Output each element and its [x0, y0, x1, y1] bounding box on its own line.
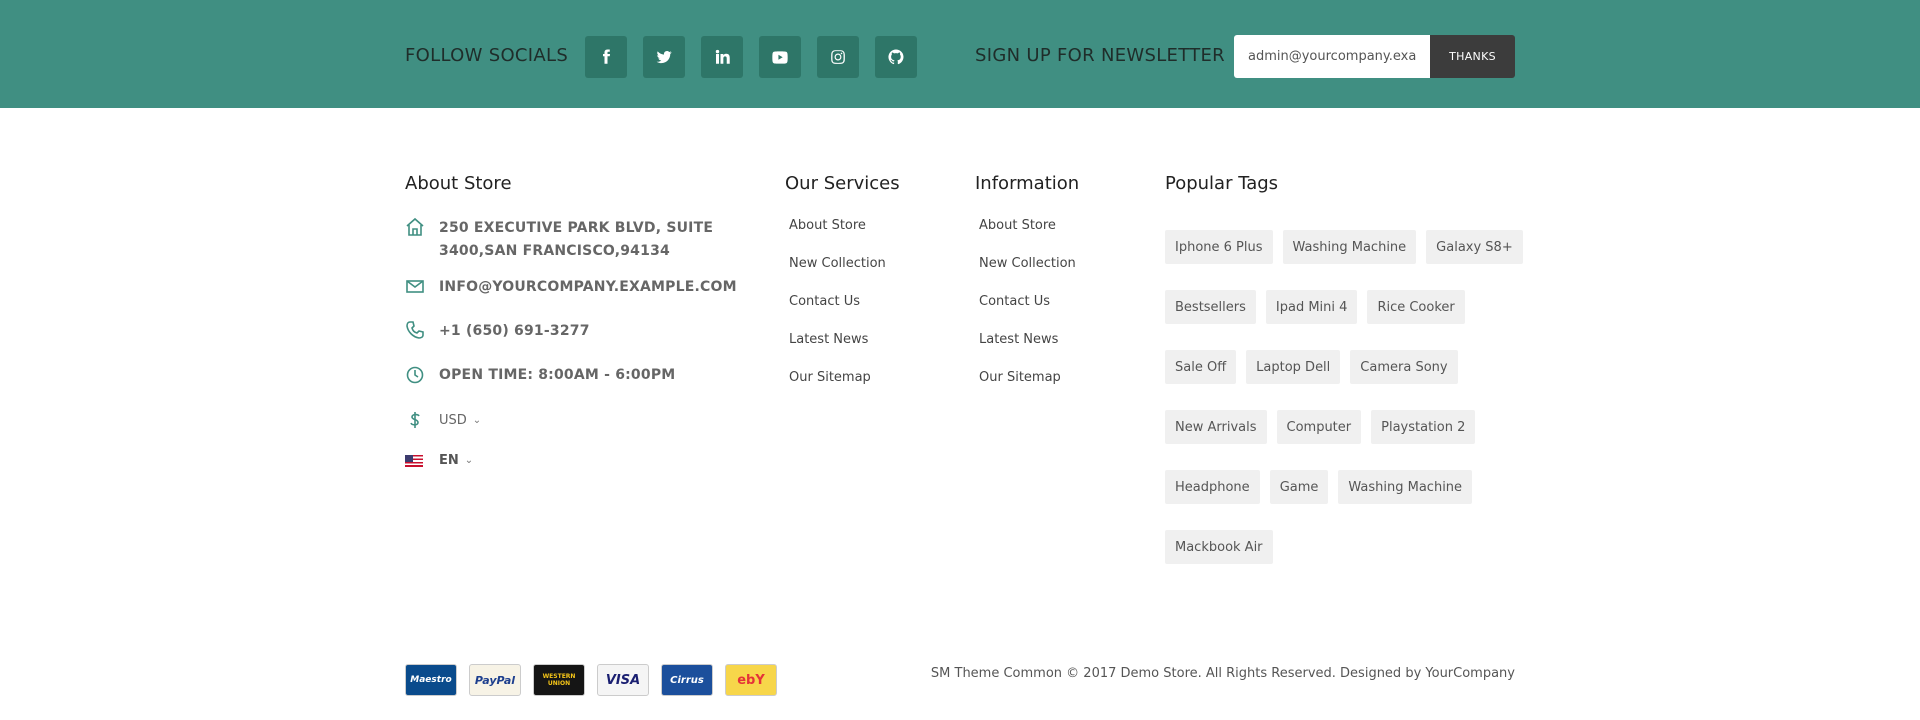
- tag-link[interactable]: Headphone: [1165, 470, 1260, 504]
- tag-link[interactable]: New Arrivals: [1165, 410, 1267, 444]
- follow-socials-title: FOLLOW SOCIALS: [405, 45, 569, 66]
- email-row: info@yourcompany.example.com: [405, 276, 737, 299]
- cirrus-logo: Cirrus: [661, 664, 713, 696]
- phone-row: +1 (650) 691-3277: [405, 320, 590, 343]
- tag-row: New Arrivals Computer Playstation 2: [1165, 410, 1525, 470]
- western-union-logo: WESTERN UNION: [533, 664, 585, 696]
- chevron-down-icon: ⌄: [464, 455, 474, 466]
- about-store-title: About Store: [405, 173, 512, 194]
- mail-icon: [405, 276, 425, 296]
- phone-icon: [405, 320, 425, 340]
- tag-row: Bestsellers Ipad Mini 4 Rice Cooker: [1165, 290, 1525, 350]
- info-link-sitemap[interactable]: Our Sitemap: [979, 368, 1076, 406]
- information-title: Information: [975, 173, 1080, 194]
- dollar-icon: [405, 410, 425, 430]
- instagram-button[interactable]: [817, 36, 859, 78]
- services-link-contact[interactable]: Contact Us: [789, 292, 886, 330]
- tag-link[interactable]: Galaxy S8+: [1426, 230, 1523, 264]
- info-link-contact[interactable]: Contact Us: [979, 292, 1076, 330]
- services-link-new-collection[interactable]: New Collection: [789, 254, 886, 292]
- info-link-news[interactable]: Latest News: [979, 330, 1076, 368]
- open-time-row: Open time: 8:00AM - 6:00PM: [405, 364, 675, 387]
- copyright-text: SM Theme Common © 2017 Demo Store. All R…: [930, 666, 1515, 681]
- paypal-logo: PayPal: [469, 664, 521, 696]
- tag-link[interactable]: Mackbook Air: [1165, 530, 1273, 564]
- clock-icon: [405, 364, 425, 384]
- language-value: EN: [439, 453, 459, 468]
- youtube-button[interactable]: [759, 36, 801, 78]
- tag-link[interactable]: Washing Machine: [1338, 470, 1473, 504]
- services-title: Our Services: [785, 173, 900, 194]
- tag-row: Mackbook Air: [1165, 530, 1525, 590]
- newsletter-title: SIGN UP FOR NEWSLETTER: [975, 45, 1225, 66]
- services-links: About Store New Collection Contact Us La…: [789, 216, 886, 406]
- services-link-sitemap[interactable]: Our Sitemap: [789, 368, 886, 406]
- chevron-down-icon: ⌄: [472, 414, 482, 426]
- tag-link[interactable]: Laptop Dell: [1246, 350, 1341, 384]
- services-link-news[interactable]: Latest News: [789, 330, 886, 368]
- currency-value: USD: [439, 412, 467, 428]
- open-time-text: Open time: 8:00AM - 6:00PM: [439, 367, 676, 383]
- tag-link[interactable]: Computer: [1276, 410, 1362, 444]
- information-links: About Store New Collection Contact Us La…: [979, 216, 1076, 406]
- tag-link[interactable]: Rice Cooker: [1367, 290, 1465, 324]
- info-link-about[interactable]: About Store: [979, 216, 1076, 254]
- twitter-icon: [656, 51, 672, 64]
- tag-link[interactable]: Bestsellers: [1165, 290, 1256, 324]
- address-row: 250 Executive Park Blvd, Suite 3400,San …: [405, 217, 759, 263]
- popular-tags-title: Popular Tags: [1165, 173, 1279, 194]
- maestro-logo: Maestro: [405, 664, 457, 696]
- linkedin-button[interactable]: [701, 36, 743, 78]
- visa-logo: VISA: [597, 664, 649, 696]
- tag-row: Sale Off Laptop Dell Camera Sony: [1165, 350, 1525, 410]
- tag-link[interactable]: Game: [1269, 470, 1329, 504]
- github-icon: [888, 49, 904, 65]
- facebook-button[interactable]: [585, 36, 627, 78]
- youtube-icon: [772, 51, 788, 64]
- tag-link[interactable]: Iphone 6 Plus: [1165, 230, 1273, 264]
- services-link-about[interactable]: About Store: [789, 216, 886, 254]
- linkedin-icon: [715, 49, 730, 64]
- instagram-icon: [831, 50, 845, 64]
- email-link[interactable]: info@yourcompany.example.com: [439, 276, 737, 299]
- github-button[interactable]: [875, 36, 917, 78]
- tag-link[interactable]: Playstation 2: [1371, 410, 1476, 444]
- tag-row: Iphone 6 Plus Washing Machine Galaxy S8+: [1165, 230, 1525, 290]
- tag-link[interactable]: Sale Off: [1165, 350, 1237, 384]
- twitter-button[interactable]: [643, 36, 685, 78]
- tag-row: Headphone Game Washing Machine: [1165, 470, 1525, 530]
- payment-methods: Maestro PayPal WESTERN UNION VISA Cirrus…: [405, 664, 777, 696]
- ebay-logo: ebY: [725, 664, 777, 696]
- us-flag-icon: [405, 454, 423, 467]
- tag-link[interactable]: Washing Machine: [1282, 230, 1417, 264]
- tag-link[interactable]: Ipad Mini 4: [1265, 290, 1358, 324]
- newsletter-submit-button[interactable]: THANKS: [1430, 35, 1515, 78]
- tag-link[interactable]: Camera Sony: [1350, 350, 1458, 384]
- currency-selector[interactable]: USD ⌄: [405, 410, 481, 430]
- address-text: 250 Executive Park Blvd, Suite 3400,San …: [439, 220, 714, 259]
- phone-text: +1 (650) 691-3277: [439, 323, 590, 339]
- info-link-new-collection[interactable]: New Collection: [979, 254, 1076, 292]
- home-icon: [405, 217, 425, 237]
- newsletter-email-input[interactable]: [1234, 35, 1430, 78]
- language-selector[interactable]: EN ⌄: [405, 453, 473, 468]
- tag-cloud: Iphone 6 Plus Washing Machine Galaxy S8+…: [1165, 230, 1525, 590]
- socials-newsletter-band: FOLLOW SOCIALS SIGN UP FOR NEWSLETTER TH…: [0, 0, 1920, 108]
- facebook-icon: [603, 49, 611, 64]
